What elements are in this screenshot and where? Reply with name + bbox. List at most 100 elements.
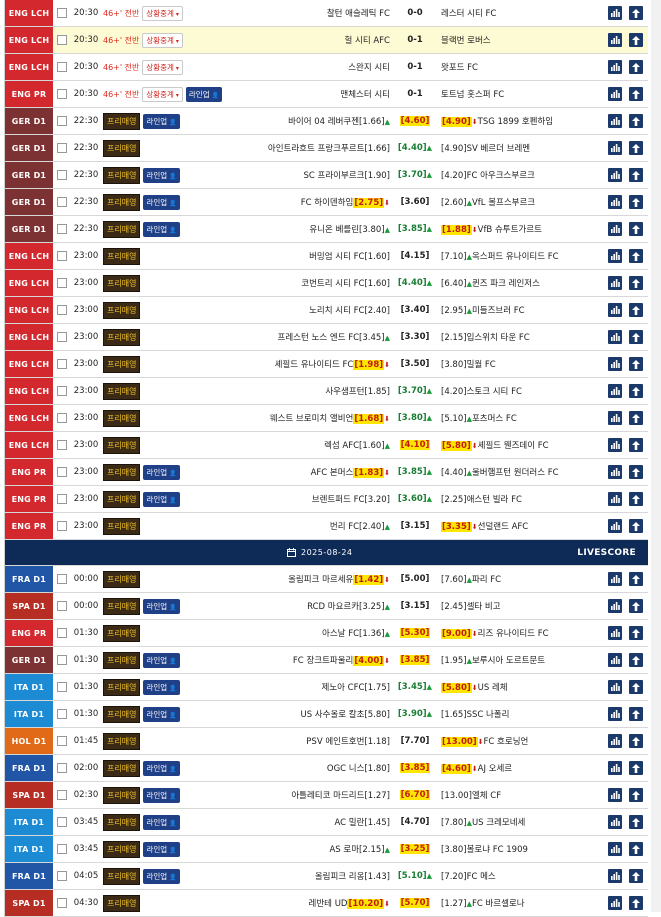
checkbox-box[interactable] (57, 574, 67, 584)
league-badge[interactable]: FRA D1 (5, 863, 53, 889)
league-badge[interactable]: FRA D1 (5, 566, 53, 592)
favorite-checkbox[interactable] (53, 62, 71, 72)
home-team-cell[interactable]: 바이어 04 레버쿠젠[1.66]▲ (243, 115, 393, 127)
checkbox-box[interactable] (57, 386, 67, 396)
league-badge[interactable]: GER D1 (5, 216, 53, 242)
scroll-top-icon[interactable] (629, 734, 643, 748)
checkbox-box[interactable] (57, 116, 67, 126)
premium-button[interactable]: 프리매영 (103, 274, 141, 292)
scroll-top-icon[interactable] (629, 492, 643, 506)
lineup-button[interactable]: 라인업 👤 (143, 194, 180, 210)
premium-button[interactable]: 프리매영 (103, 382, 141, 400)
favorite-checkbox[interactable] (53, 574, 71, 584)
league-badge[interactable]: SPA D1 (5, 782, 53, 808)
home-team-cell[interactable]: AFC 본머스[1.83]⬇ (243, 466, 393, 478)
league-badge[interactable]: ENG LCH (5, 0, 53, 26)
home-team-cell[interactable]: FC 장크트파울리[4.00]⬇ (243, 654, 393, 666)
stats-icon[interactable] (608, 842, 622, 856)
league-badge[interactable]: ENG LCH (5, 27, 53, 53)
checkbox-box[interactable] (57, 143, 67, 153)
league-badge[interactable]: ENG LCH (5, 351, 53, 377)
favorite-checkbox[interactable] (53, 871, 71, 881)
scroll-top-icon[interactable] (629, 842, 643, 856)
home-team-cell[interactable]: FC 하이덴하임[2.75]⬇ (243, 196, 393, 208)
table-row[interactable]: ENG LCH 23:00 프리매영 버밍엄 시티 FC[1.60] [4.15] [7.… (5, 243, 648, 270)
favorite-checkbox[interactable] (53, 386, 71, 396)
league-badge[interactable]: ENG PR (5, 513, 53, 539)
checkbox-box[interactable] (57, 305, 67, 315)
live-status-button[interactable]: 상황중계 ▾ (142, 32, 183, 48)
home-team-cell[interactable]: RCD 마요르카[3.25]▲ (243, 600, 393, 612)
premium-button[interactable]: 프리매영 (103, 813, 141, 831)
table-row[interactable]: GER D1 22:30 프리매영 라인업 👤 유니온 베를린[3.80]▲ [3.85]… (5, 216, 648, 243)
stats-icon[interactable] (608, 869, 622, 883)
home-team-cell[interactable]: 유니온 베를린[3.80]▲ (243, 223, 393, 235)
stats-icon[interactable] (608, 519, 622, 533)
stats-icon[interactable] (608, 896, 622, 910)
away-team-cell[interactable]: [4.40]▲울버햄프턴 원더러스 FC (437, 466, 577, 478)
scroll-top-icon[interactable] (629, 6, 643, 20)
stats-icon[interactable] (608, 492, 622, 506)
premium-button[interactable]: 프리매영 (103, 355, 141, 373)
vertical-scrollbar[interactable] (651, 0, 661, 912)
stats-icon[interactable] (608, 788, 622, 802)
away-team-cell[interactable]: [7.60]▲파리 FC (437, 573, 577, 585)
away-team-cell[interactable]: 토트넘 홋스퍼 FC (437, 88, 577, 100)
scroll-top-icon[interactable] (629, 680, 643, 694)
home-team-cell[interactable]: 올림피크 마르세유[1.42]⬇ (243, 573, 393, 585)
live-status-button[interactable]: 상황중계 ▾ (142, 59, 183, 75)
premium-button[interactable]: 프리매영 (103, 867, 141, 885)
stats-icon[interactable] (608, 33, 622, 47)
home-team-cell[interactable]: 웨스트 브로미치 앨비언[1.68]⬇ (243, 412, 393, 424)
table-row[interactable]: FRA D1 00:00 프리매영 올림피크 마르세유[1.42]⬇ [5.00] [7.… (5, 566, 648, 593)
away-team-cell[interactable]: [5.80]⬇US 레체 (437, 681, 577, 693)
table-row[interactable]: GER D1 01:30 프리매영 라인업 👤 FC 장크트파울리[4.00]⬇ [3.8… (5, 647, 648, 674)
premium-button[interactable]: 프리매영 (103, 624, 141, 642)
away-team-cell[interactable]: [4.90]⬇TSG 1899 호펜하임 (437, 115, 577, 127)
league-badge[interactable]: ENG PR (5, 459, 53, 485)
scroll-top-icon[interactable] (629, 357, 643, 371)
table-row[interactable]: ENG LCH 20:30 46+' 전반 상황중계 ▾ 스완지 시티 0-1 왓포드 FC (5, 54, 648, 81)
checkbox-box[interactable] (57, 871, 67, 881)
premium-button[interactable]: 프리매영 (103, 732, 141, 750)
premium-button[interactable]: 프리매영 (103, 301, 141, 319)
league-badge[interactable]: FRA D1 (5, 755, 53, 781)
premium-button[interactable]: 프리매영 (103, 247, 141, 265)
away-team-cell[interactable]: [2.60]▲VfL 볼프스부르크 (437, 196, 577, 208)
favorite-checkbox[interactable] (53, 197, 71, 207)
checkbox-box[interactable] (57, 89, 67, 99)
scroll-top-icon[interactable] (629, 438, 643, 452)
premium-button[interactable]: 프리매영 (103, 328, 141, 346)
checkbox-box[interactable] (57, 655, 67, 665)
home-team-cell[interactable]: 올림피크 리옹[1.43] (243, 870, 393, 882)
table-row[interactable]: FRA D1 04:05 프리매영 라인업 👤 올림피크 리옹[1.43] [5.10]▲… (5, 863, 648, 890)
favorite-checkbox[interactable] (53, 116, 71, 126)
home-team-cell[interactable]: AC 밀란[1.45] (243, 816, 393, 828)
league-badge[interactable]: ENG LCH (5, 405, 53, 431)
stats-icon[interactable] (608, 141, 622, 155)
checkbox-box[interactable] (57, 440, 67, 450)
away-team-cell[interactable]: [3.80]볼로냐 FC 1909 (437, 843, 577, 855)
checkbox-box[interactable] (57, 467, 67, 477)
checkbox-box[interactable] (57, 413, 67, 423)
checkbox-box[interactable] (57, 736, 67, 746)
stats-icon[interactable] (608, 465, 622, 479)
lineup-button[interactable]: 라인업 👤 (185, 86, 222, 102)
stats-icon[interactable] (608, 168, 622, 182)
home-team-cell[interactable]: 사우샘프턴[1.85] (243, 385, 393, 397)
table-row[interactable]: ITA D1 01:30 프리매영 라인업 👤 US 사수올로 칼초[5.80] [3.9… (5, 701, 648, 728)
away-team-cell[interactable]: [5.10]▲포츠머스 FC (437, 412, 577, 424)
stats-icon[interactable] (608, 222, 622, 236)
table-row[interactable]: ENG LCH 23:00 프리매영 코번트리 시티 FC[1.60] [4.40]▲ [… (5, 270, 648, 297)
home-team-cell[interactable]: 브렌트퍼드 FC[3.20] (243, 493, 393, 505)
scroll-top-icon[interactable] (629, 519, 643, 533)
away-team-cell[interactable]: [9.00]⬇리즈 유나이티드 FC (437, 627, 577, 639)
lineup-button[interactable]: 라인업 👤 (143, 464, 180, 480)
premium-button[interactable]: 프리매영 (103, 651, 141, 669)
lineup-button[interactable]: 라인업 👤 (143, 787, 180, 803)
stats-icon[interactable] (608, 680, 622, 694)
home-team-cell[interactable]: 제노아 CFC[1.75] (243, 681, 393, 693)
scroll-top-icon[interactable] (629, 249, 643, 263)
league-badge[interactable]: ENG PR (5, 620, 53, 646)
away-team-cell[interactable]: [7.10]▲옥스퍼드 유나이티드 FC (437, 250, 577, 262)
